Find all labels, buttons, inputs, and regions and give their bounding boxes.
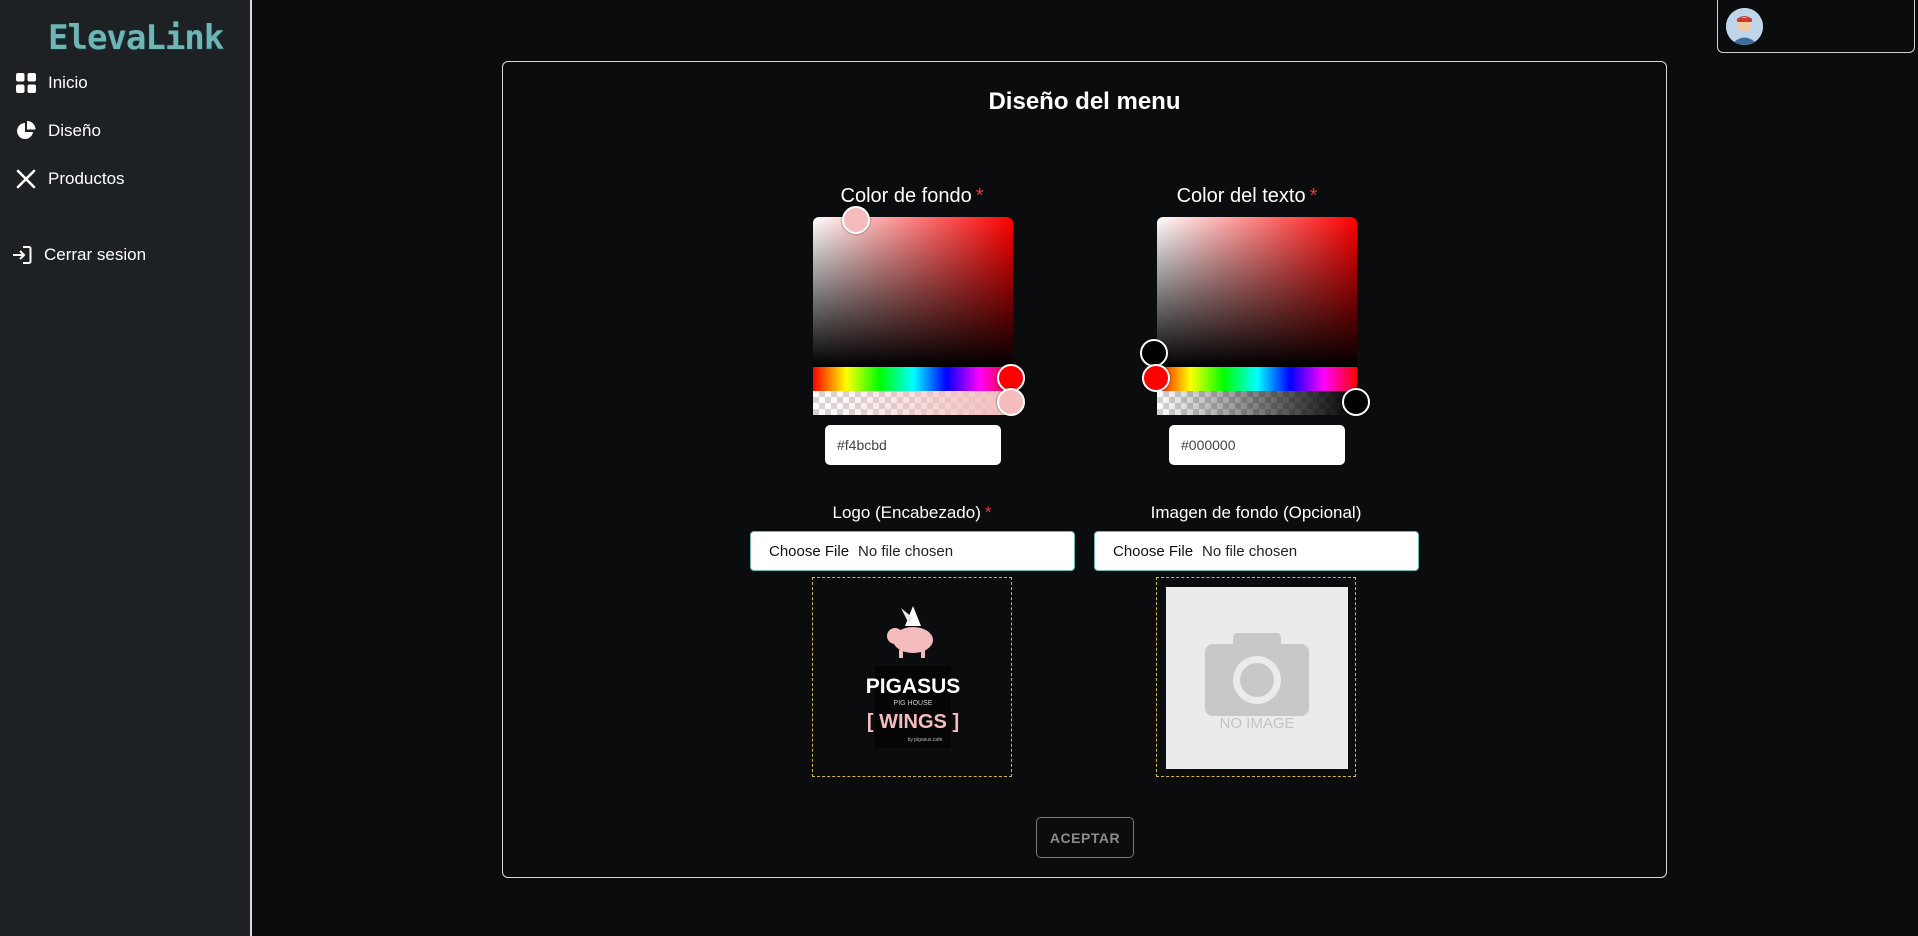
- utensils-icon: [14, 167, 38, 191]
- logo-preview: PIGASUS PIG HOUSE [ WINGS ] by pigasus.c…: [812, 577, 1012, 777]
- text-color-label: Color del texto *: [1117, 185, 1377, 208]
- required-marker: *: [975, 185, 984, 207]
- text-color-alpha-handle[interactable]: [1342, 388, 1370, 416]
- logo-text-4: by pigasus.cafe: [908, 737, 943, 743]
- text-color-hex-input[interactable]: [1169, 425, 1345, 465]
- required-marker: *: [984, 503, 992, 522]
- sidebar-item-label: Diseño: [48, 121, 101, 140]
- text-color-hue-slider[interactable]: [1157, 367, 1357, 391]
- sidebar-item-inicio[interactable]: Inicio: [14, 71, 88, 95]
- file-status: No file chosen: [1202, 542, 1298, 560]
- bg-color-alpha-handle[interactable]: [997, 388, 1025, 416]
- choose-file-button[interactable]: Choose File: [1113, 543, 1193, 560]
- bg-color-label-text: Color de fondo: [840, 185, 972, 207]
- sidebar: ElevaLink Inicio Diseño Productos Cerrar…: [0, 0, 252, 936]
- bg-color-alpha-slider[interactable]: [813, 391, 1013, 415]
- logout-icon: [10, 243, 34, 267]
- accept-button[interactable]: ACEPTAR: [1036, 817, 1134, 858]
- bg-upload-label: Imagen de fondo (Opcional): [1150, 503, 1362, 522]
- grid-icon: [14, 71, 38, 95]
- bg-file-input[interactable]: Choose File No file chosen: [1094, 531, 1419, 571]
- logo-text-1: PIGASUS: [866, 675, 961, 698]
- choose-file-button[interactable]: Choose File: [769, 543, 849, 560]
- bg-color-hex-input[interactable]: [825, 425, 1001, 465]
- saturation-value-layer: [813, 217, 1013, 367]
- pie-chart-icon: [14, 119, 38, 143]
- avatar[interactable]: [1726, 8, 1763, 45]
- no-image-placeholder: NO IMAGE: [1166, 587, 1348, 769]
- alpha-gradient: [813, 391, 1013, 415]
- page-title: Diseño del menu: [988, 88, 1181, 115]
- logo-upload-label-text: Logo (Encabezado): [832, 503, 981, 522]
- logout-label: Cerrar sesion: [44, 245, 147, 264]
- logo-text-2: PIG HOUSE: [894, 700, 933, 707]
- bg-color-saturation-area[interactable]: [813, 217, 1013, 367]
- design-card: Diseño del menu: [502, 61, 1667, 878]
- bg-color-label: Color de fondo *: [782, 185, 1042, 208]
- sidebar-item-label: Inicio: [48, 73, 88, 92]
- logo-text-3: [ WINGS ]: [867, 711, 959, 733]
- bg-color-hue-slider[interactable]: [813, 367, 1013, 391]
- sidebar-item-diseno[interactable]: Diseño: [14, 119, 101, 143]
- text-color-saturation-area[interactable]: [1157, 217, 1357, 367]
- pigasus-logo-image: PIGASUS PIG HOUSE [ WINGS ] by pigasus.c…: [866, 606, 961, 748]
- text-color-alpha-slider[interactable]: [1157, 391, 1357, 415]
- required-marker: *: [1309, 185, 1318, 207]
- logout-button[interactable]: Cerrar sesion: [10, 243, 146, 267]
- app-logo: ElevaLink: [48, 18, 224, 58]
- text-color-hue-handle[interactable]: [1142, 364, 1170, 392]
- sidebar-item-label: Productos: [48, 169, 125, 188]
- bg-color-saturation-handle[interactable]: [842, 206, 870, 234]
- text-color-saturation-handle[interactable]: [1140, 339, 1168, 367]
- saturation-value-layer: [1157, 217, 1357, 367]
- sidebar-item-productos[interactable]: Productos: [14, 167, 125, 191]
- bg-image-preview: NO IMAGE: [1156, 577, 1356, 777]
- logo-file-input[interactable]: Choose File No file chosen: [750, 531, 1075, 571]
- no-image-text: NO IMAGE: [1219, 715, 1294, 732]
- alpha-gradient: [1157, 391, 1357, 415]
- file-status: No file chosen: [858, 542, 954, 560]
- user-menu[interactable]: [1717, 0, 1915, 53]
- text-color-label-text: Color del texto: [1176, 185, 1306, 207]
- logo-upload-label: Logo (Encabezado) *: [752, 503, 1072, 523]
